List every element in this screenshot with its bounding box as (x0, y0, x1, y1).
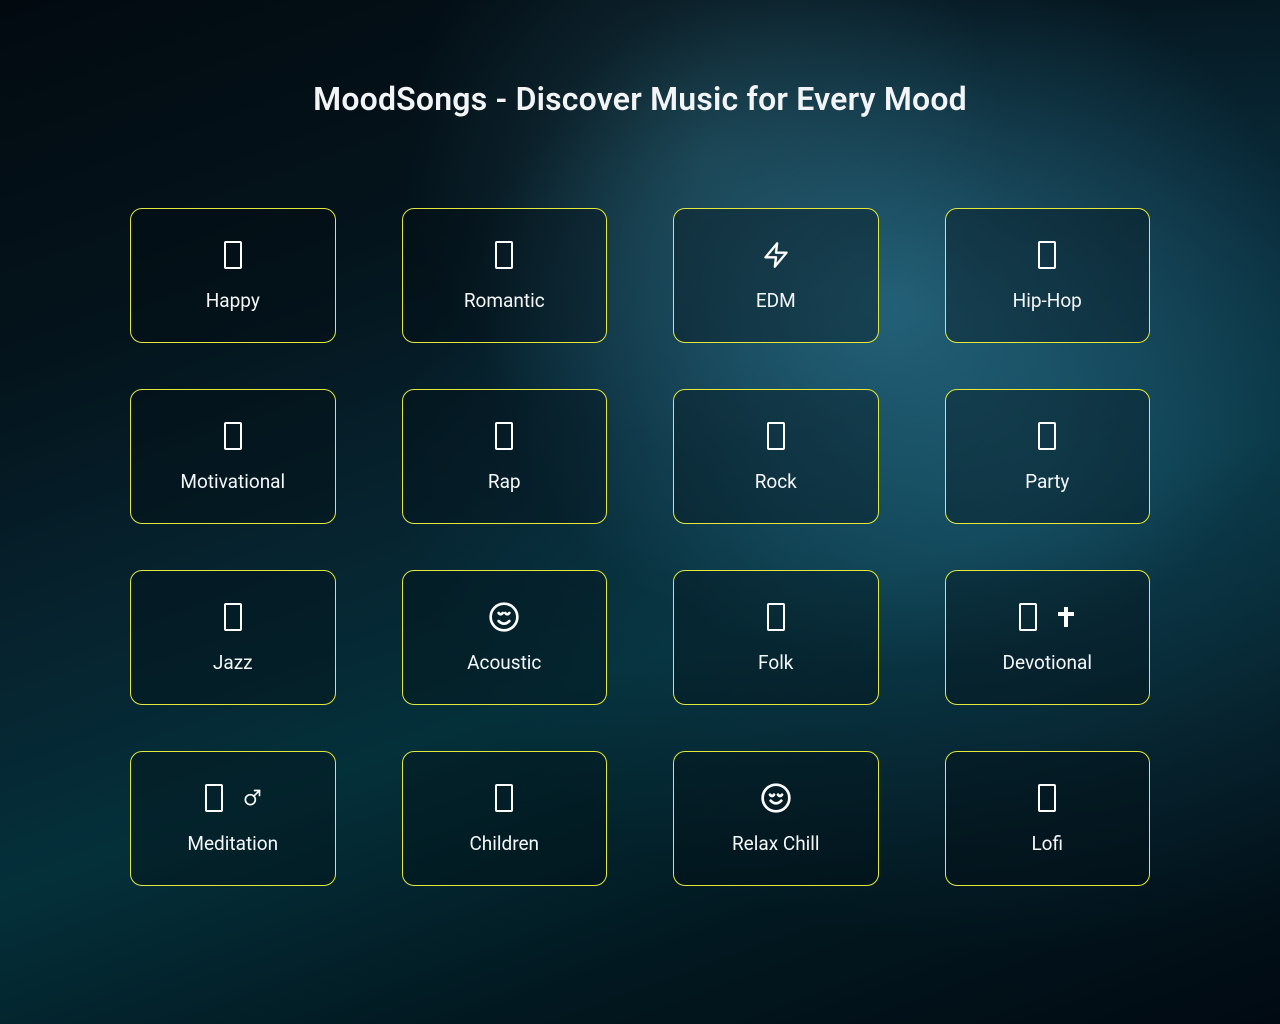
mood-icon-row (1012, 601, 1082, 633)
mood-card-happy[interactable]: Happy (130, 208, 336, 343)
mood-label: Meditation (187, 832, 278, 855)
mood-label: Folk (758, 651, 793, 674)
mood-label: Children (469, 832, 539, 855)
mood-card-party[interactable]: Party (945, 389, 1151, 524)
mood-icon-row (488, 782, 520, 814)
mood-card-devotional[interactable]: Devotional (945, 570, 1151, 705)
lightning-icon (760, 239, 792, 271)
glyph-icon (488, 239, 520, 271)
mood-card-rap[interactable]: Rap (402, 389, 608, 524)
mood-icon-row (217, 239, 249, 271)
mood-label: Happy (206, 289, 260, 312)
mood-label: Devotional (1003, 651, 1092, 674)
mood-icon-row (760, 420, 792, 452)
mood-label: Party (1025, 470, 1069, 493)
mood-card-jazz[interactable]: Jazz (130, 570, 336, 705)
smile-icon (488, 601, 520, 633)
glyph-icon (488, 782, 520, 814)
mood-icon-row (217, 601, 249, 633)
mood-label: Relax Chill (732, 832, 820, 855)
mood-card-edm[interactable]: EDM (673, 208, 879, 343)
glyph-icon (1012, 601, 1044, 633)
mood-card-romantic[interactable]: Romantic (402, 208, 608, 343)
mood-icon-row (488, 420, 520, 452)
mood-label: Lofi (1031, 832, 1063, 855)
glyph-icon (488, 420, 520, 452)
glyph-icon (217, 420, 249, 452)
mood-label: Rock (755, 470, 797, 493)
mood-icon-row (760, 782, 792, 814)
mood-icon-row (760, 601, 792, 633)
mood-card-hip-hop[interactable]: Hip-Hop (945, 208, 1151, 343)
mood-icon-row (488, 601, 520, 633)
glyph-icon (217, 601, 249, 633)
mood-card-lofi[interactable]: Lofi (945, 751, 1151, 886)
mood-label: Acoustic (467, 651, 541, 674)
mood-grid: Happy Romantic EDM Hip-Hop Motivational Rap Ro… (130, 208, 1150, 886)
mood-card-meditation[interactable]: Meditation (130, 751, 336, 886)
mood-label: Motivational (180, 470, 285, 493)
mood-card-relax-chill[interactable]: Relax Chill (673, 751, 879, 886)
glyph-icon (760, 601, 792, 633)
mood-icon-row (1031, 239, 1063, 271)
glyph-icon (198, 782, 230, 814)
glyph-icon (1031, 782, 1063, 814)
mood-icon-row (1031, 420, 1063, 452)
calm-smile-icon (760, 782, 792, 814)
glyph-icon (760, 420, 792, 452)
male-symbol-icon (236, 782, 268, 814)
mood-card-children[interactable]: Children (402, 751, 608, 886)
glyph-icon (1031, 420, 1063, 452)
mood-card-motivational[interactable]: Motivational (130, 389, 336, 524)
mood-icon-row (198, 782, 268, 814)
mood-icon-row (760, 239, 792, 271)
glyph-icon (1031, 239, 1063, 271)
mood-card-acoustic[interactable]: Acoustic (402, 570, 608, 705)
glyph-icon (217, 239, 249, 271)
mood-icon-row (488, 239, 520, 271)
mood-label: Rap (488, 470, 521, 493)
mood-label: Hip-Hop (1013, 289, 1082, 312)
mood-card-rock[interactable]: Rock (673, 389, 879, 524)
mood-label: EDM (756, 289, 796, 312)
mood-label: Romantic (464, 289, 545, 312)
mood-icon-row (1031, 782, 1063, 814)
mood-icon-row (217, 420, 249, 452)
cross-icon (1050, 601, 1082, 633)
mood-label: Jazz (213, 651, 253, 674)
mood-card-folk[interactable]: Folk (673, 570, 879, 705)
page-title: MoodSongs - Discover Music for Every Moo… (0, 80, 1280, 118)
